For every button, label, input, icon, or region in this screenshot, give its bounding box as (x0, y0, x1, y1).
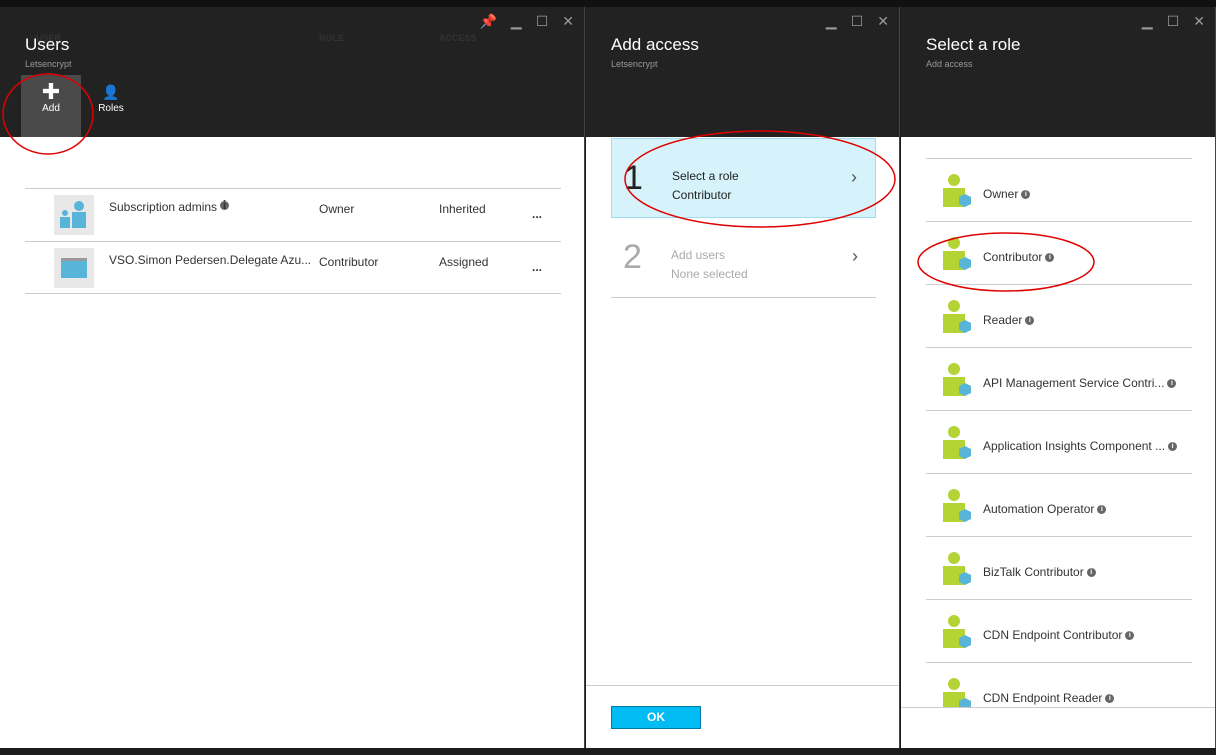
roles-button[interactable]: 👤 Roles (81, 75, 141, 137)
user-role: Contributor (319, 255, 379, 269)
user-access: Assigned (439, 255, 489, 269)
role-item[interactable]: Application Insights Component ... i (926, 410, 1192, 473)
app-avatar-icon (54, 248, 94, 288)
step-add-users[interactable]: 2 Add users None selected › (611, 218, 876, 298)
role-icon (943, 426, 971, 459)
add-access-blade: ▁ ☐ ✕ Add access Letsencrypt 1 Select a ro… (586, 7, 900, 748)
group-avatar-icon (54, 195, 94, 235)
blade-header: ▁ ☐ ✕ Select a role Add access (901, 7, 1215, 137)
role-label: CDN Endpoint Reader i (983, 691, 1115, 705)
step-number: 2 (623, 238, 642, 276)
role-label: Automation Operator i (983, 502, 1107, 516)
close-icon[interactable]: ✕ (562, 13, 574, 30)
table-row[interactable]: Subscription admins i Owner Inherited ... (25, 188, 561, 241)
roles-label: Roles (98, 103, 124, 114)
role-label: Application Insights Component ... i (983, 439, 1178, 453)
user-name-text: Subscription admins (109, 200, 218, 214)
role-item[interactable]: CDN Endpoint Contributor i (926, 599, 1192, 662)
role-icon (943, 174, 971, 207)
info-icon[interactable]: i (1167, 379, 1177, 388)
column-user[interactable]: USER (36, 33, 61, 43)
step-label: Add users (671, 248, 726, 262)
roles-icon: 👤 (102, 84, 120, 100)
pin-icon[interactable]: 📌 (479, 13, 496, 30)
chevron-right-icon: › (851, 167, 857, 187)
info-icon[interactable]: i (1025, 316, 1035, 325)
role-label: BizTalk Contributor i (983, 565, 1096, 579)
minimize-icon[interactable]: ▁ (826, 13, 837, 30)
plus-icon: ✚ (41, 79, 61, 104)
step-select-role[interactable]: 1 Select a role Contributor › (611, 138, 876, 218)
blade-subtitle: Add access (926, 59, 973, 69)
role-label: CDN Endpoint Contributor i (983, 628, 1135, 642)
info-icon[interactable]: i (1086, 568, 1096, 577)
role-icon (943, 552, 971, 585)
blade-subtitle: Letsencrypt (611, 59, 658, 69)
role-item[interactable]: Owner i (926, 158, 1192, 221)
blade-title: Add access (611, 35, 699, 54)
role-icon (943, 300, 971, 333)
close-icon[interactable]: ✕ (1193, 13, 1205, 30)
user-name: Subscription admins i (109, 199, 230, 214)
minimize-icon[interactable]: ▁ (1142, 13, 1153, 30)
maximize-icon[interactable]: ☐ (1167, 13, 1180, 30)
blade-title: Select a role (926, 35, 1021, 54)
role-label: Reader i (983, 313, 1035, 327)
footer-divider (901, 707, 1215, 748)
user-access: Inherited (439, 202, 486, 216)
info-icon[interactable]: i (1021, 190, 1031, 199)
more-button[interactable]: ... (532, 207, 542, 221)
minimize-icon[interactable]: ▁ (511, 13, 522, 30)
info-icon[interactable]: i (1168, 442, 1178, 451)
user-role: Owner (319, 202, 355, 216)
footer-divider (586, 685, 899, 686)
role-icon (943, 363, 971, 396)
role-icon (943, 615, 971, 648)
info-icon[interactable]: i (1105, 694, 1115, 703)
role-icon (943, 237, 971, 270)
column-role[interactable]: ROLE (319, 33, 344, 43)
step-value: None selected (671, 267, 748, 281)
maximize-icon[interactable]: ☐ (536, 13, 549, 30)
blade-subtitle: Letsencrypt (25, 59, 72, 69)
role-item[interactable]: Reader i (926, 284, 1192, 347)
chevron-right-icon: › (852, 246, 858, 266)
users-blade: 📌 ▁ ☐ ✕ Users Letsencrypt ✚ Add 👤 Roles USER … (0, 7, 585, 748)
add-button[interactable]: ✚ Add (21, 75, 81, 137)
more-button[interactable]: ... (532, 260, 542, 274)
blade-header: ▁ ☐ ✕ Add access Letsencrypt (586, 7, 899, 137)
role-item[interactable]: BizTalk Contributor i (926, 536, 1192, 599)
user-name: VSO.Simon Pedersen.Delegate Azu... (109, 253, 312, 267)
role-label: API Management Service Contri... i (983, 376, 1177, 390)
close-icon[interactable]: ✕ (877, 13, 889, 30)
select-role-blade: ▁ ☐ ✕ Select a role Add access Owner i Contr… (901, 7, 1216, 748)
step-label: Select a role (672, 169, 739, 183)
add-label: Add (42, 103, 60, 114)
role-item[interactable]: API Management Service Contri... i (926, 347, 1192, 410)
info-icon[interactable]: i (220, 199, 230, 211)
ok-button[interactable]: OK (611, 706, 701, 729)
top-bar (0, 0, 1216, 7)
table-row[interactable]: VSO.Simon Pedersen.Delegate Azu... Contr… (25, 241, 561, 294)
step-value: Contributor (672, 188, 732, 202)
role-label: Owner i (983, 187, 1031, 201)
role-label: Contributor i (983, 250, 1055, 264)
info-icon[interactable]: i (1125, 631, 1135, 640)
column-access[interactable]: ACCESS (439, 33, 477, 43)
step-number: 1 (624, 159, 643, 197)
info-icon[interactable]: i (1097, 505, 1107, 514)
info-icon[interactable]: i (1045, 253, 1055, 262)
role-icon (943, 489, 971, 522)
maximize-icon[interactable]: ☐ (851, 13, 864, 30)
role-item[interactable]: Contributor i (926, 221, 1192, 284)
role-item[interactable]: Automation Operator i (926, 473, 1192, 536)
blade-header: 📌 ▁ ☐ ✕ Users Letsencrypt ✚ Add 👤 Roles (0, 7, 584, 137)
